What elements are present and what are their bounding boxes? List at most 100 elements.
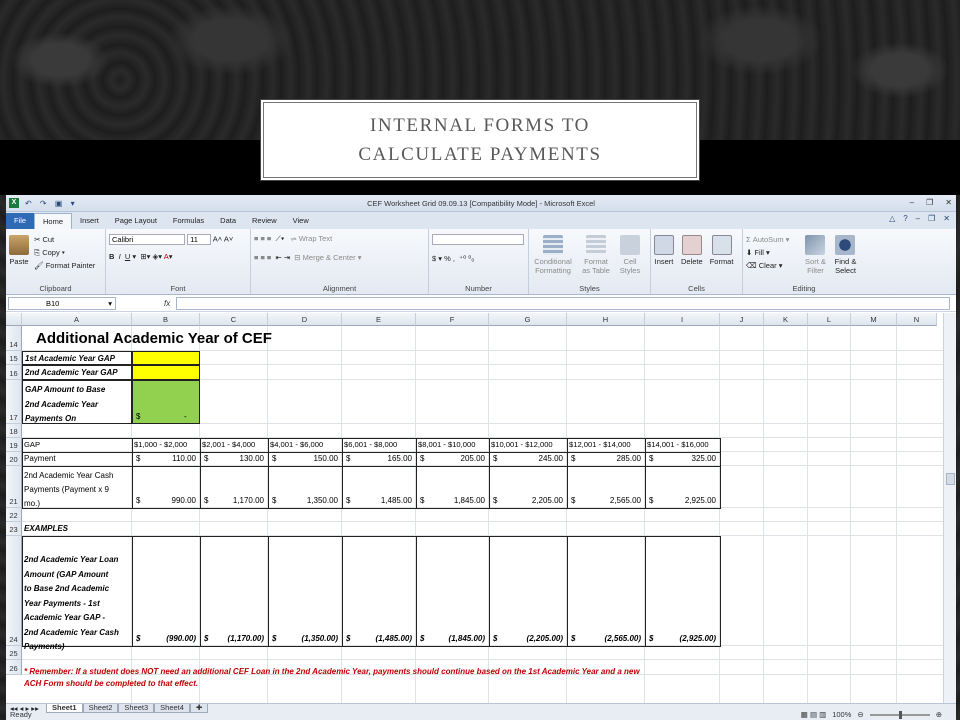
delete-cells-button[interactable]: Delete — [681, 231, 703, 266]
align-top-icon[interactable]: ≡ ≡ ≡ — [254, 234, 271, 243]
autosum-button[interactable]: Σ AutoSum ▾ — [746, 233, 802, 246]
comma-button[interactable]: , — [453, 254, 455, 263]
restore-icon[interactable]: ❐ — [926, 198, 933, 207]
decimal-icons[interactable]: ⁺⁰ ⁰₀ — [459, 254, 474, 263]
view-icons[interactable]: ▦ ▤ ▥ — [801, 710, 826, 719]
sort-filter-button[interactable]: Sort & Filter — [802, 231, 829, 275]
close-icon[interactable]: ✕ — [945, 198, 952, 207]
currency-button[interactable]: $ — [432, 254, 436, 263]
doc-close-icon[interactable]: ✕ — [943, 214, 950, 223]
sheet-tab-2[interactable]: Sheet2 — [82, 704, 119, 713]
name-box-dropdown-icon[interactable]: ▾ — [108, 298, 112, 309]
formula-input[interactable] — [176, 296, 950, 310]
tab-view[interactable]: View — [285, 213, 317, 229]
column-header[interactable]: F — [416, 313, 489, 326]
row-header[interactable]: 18 — [6, 424, 22, 438]
format-as-table-button[interactable]: Format as Table — [581, 231, 611, 275]
table-cell[interactable] — [268, 536, 343, 647]
font-size-select[interactable]: 11 — [187, 234, 212, 245]
minimize-ribbon-icon[interactable]: △ — [889, 214, 895, 223]
row-header[interactable]: 21 — [6, 466, 22, 508]
column-header[interactable]: H — [567, 313, 645, 326]
new-sheet-icon[interactable]: ✚ — [189, 704, 209, 713]
scroll-thumb[interactable] — [946, 473, 955, 485]
tab-home[interactable]: Home — [34, 213, 73, 229]
find-select-button[interactable]: Find & Select — [832, 231, 859, 275]
vertical-scrollbar[interactable] — [943, 313, 956, 703]
format-painter-button[interactable]: 🖌 Format Painter — [34, 259, 95, 272]
table-cell[interactable] — [567, 536, 646, 647]
name-box[interactable]: B10 ▾ — [8, 296, 116, 310]
fill-button[interactable]: ⬇ Fill ▾ — [746, 246, 802, 259]
underline-button[interactable]: U — [125, 252, 130, 261]
number-format-select[interactable] — [432, 234, 524, 245]
grow-font-icon[interactable]: A˄ A˅ — [213, 234, 233, 243]
row-header[interactable]: 17 — [6, 380, 22, 424]
help-icon[interactable]: ? — [903, 214, 907, 223]
zoom-level[interactable]: 100% — [832, 710, 851, 719]
insert-cells-button[interactable]: Insert — [654, 231, 674, 266]
worksheet-grid[interactable]: A B C D E F G H I J K L M N 14 15 16 17 18 19 20 21 22 23 24 25 26… — [6, 313, 956, 703]
row-header[interactable]: 26 — [6, 660, 22, 675]
tab-formulas[interactable]: Formulas — [165, 213, 212, 229]
percent-button[interactable]: % — [444, 254, 451, 263]
row-header[interactable]: 20 — [6, 452, 22, 466]
orientation-icon[interactable]: ⟋▾ — [275, 234, 284, 243]
column-header[interactable]: A — [22, 313, 132, 326]
minimize-icon[interactable]: – — [910, 198, 914, 207]
row-header[interactable]: 16 — [6, 365, 22, 380]
indent-icon[interactable]: ⇤ ⇥ — [275, 253, 290, 262]
doc-restore-icon[interactable]: ❐ — [928, 214, 935, 223]
column-header[interactable]: M — [851, 313, 897, 326]
row-header[interactable]: 24 — [6, 536, 22, 646]
row-header[interactable]: 25 — [6, 646, 22, 660]
paste-button[interactable]: Paste — [9, 231, 29, 266]
column-header[interactable]: N — [897, 313, 937, 326]
conditional-formatting-button[interactable]: Conditional Formatting — [532, 231, 574, 275]
format-cells-button[interactable]: Format — [710, 231, 733, 266]
gap-input-cell[interactable] — [132, 365, 200, 380]
excel-app-icon[interactable]: X — [9, 198, 19, 208]
zoom-slider[interactable] — [869, 710, 930, 719]
bold-button[interactable]: B — [109, 252, 114, 261]
column-header[interactable]: G — [489, 313, 567, 326]
table-cell[interactable] — [342, 536, 417, 647]
copy-button[interactable]: ⎘ Copy ▾ — [34, 246, 95, 259]
column-header[interactable]: K — [764, 313, 808, 326]
font-name-select[interactable]: Calibri — [109, 234, 185, 245]
tab-data[interactable]: Data — [212, 213, 244, 229]
gap-input-cell[interactable] — [132, 351, 200, 365]
column-header[interactable]: B — [132, 313, 200, 326]
tab-file[interactable]: File — [6, 213, 34, 229]
zoom-out-icon[interactable]: ⊖ — [857, 710, 863, 719]
quick-access-toolbar[interactable]: ↶ ↷ ▣ ▾ — [25, 199, 78, 208]
fx-icon[interactable]: fx — [164, 299, 170, 308]
tab-insert[interactable]: Insert — [72, 213, 107, 229]
table-cell[interactable] — [489, 536, 568, 647]
wrap-text-button[interactable]: ⇌ Wrap Text — [291, 234, 333, 243]
fill-color-icon[interactable]: ◈▾ — [152, 252, 162, 261]
tab-page-layout[interactable]: Page Layout — [107, 213, 165, 229]
column-header[interactable]: D — [268, 313, 342, 326]
font-color-icon[interactable]: A — [164, 252, 169, 261]
row-header[interactable]: 15 — [6, 351, 22, 365]
sheet-tab-4[interactable]: Sheet4 — [154, 704, 190, 713]
tab-review[interactable]: Review — [244, 213, 285, 229]
row-header[interactable]: 23 — [6, 522, 22, 536]
gap-base-cell[interactable] — [132, 380, 200, 424]
column-header[interactable]: J — [720, 313, 764, 326]
zoom-in-icon[interactable]: ⊕ — [936, 710, 942, 719]
table-cell[interactable] — [645, 536, 721, 647]
borders-icon[interactable]: ⊞▾ — [140, 252, 150, 261]
table-cell[interactable] — [132, 536, 201, 647]
align-left-icon[interactable]: ≡ ≡ ≡ — [254, 253, 271, 262]
italic-button[interactable]: I — [119, 252, 121, 261]
select-all-corner[interactable] — [6, 313, 22, 326]
column-header[interactable]: L — [808, 313, 851, 326]
row-header[interactable]: 14 — [6, 326, 22, 351]
sheet-tab-1[interactable]: Sheet1 — [46, 704, 83, 713]
clear-button[interactable]: ⌫ Clear ▾ — [746, 259, 802, 272]
column-header[interactable]: C — [200, 313, 268, 326]
sheet-tab-3[interactable]: Sheet3 — [118, 704, 155, 713]
cell-styles-button[interactable]: Cell Styles — [618, 231, 642, 275]
